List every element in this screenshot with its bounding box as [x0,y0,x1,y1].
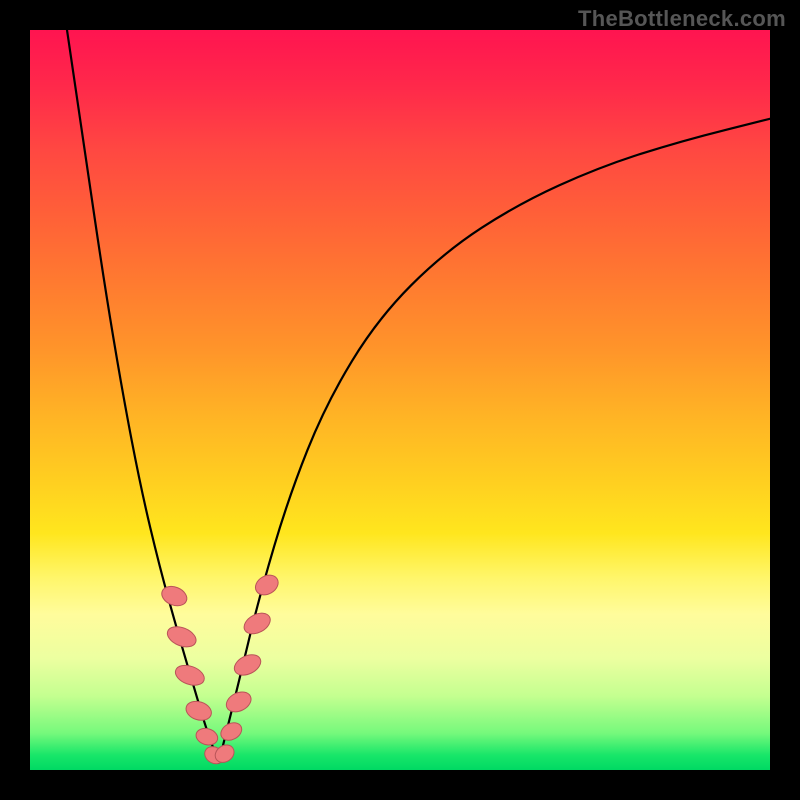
chart-frame: TheBottleneck.com [0,0,800,800]
bead-marker [241,609,274,638]
bead-marker [252,571,282,599]
bead-marker [231,651,264,679]
bead-marker [218,719,245,743]
bead-marker [159,583,190,609]
bead-marker [223,688,254,716]
bead-group [159,571,282,767]
curve-left-branch [67,30,219,763]
bead-marker [194,726,220,747]
plot-area [30,30,770,770]
chart-svg [30,30,770,770]
bead-marker [164,623,199,651]
curve-right-branch [219,119,770,763]
bead-marker [173,662,207,689]
bead-marker [184,698,214,723]
watermark-text: TheBottleneck.com [578,6,786,32]
